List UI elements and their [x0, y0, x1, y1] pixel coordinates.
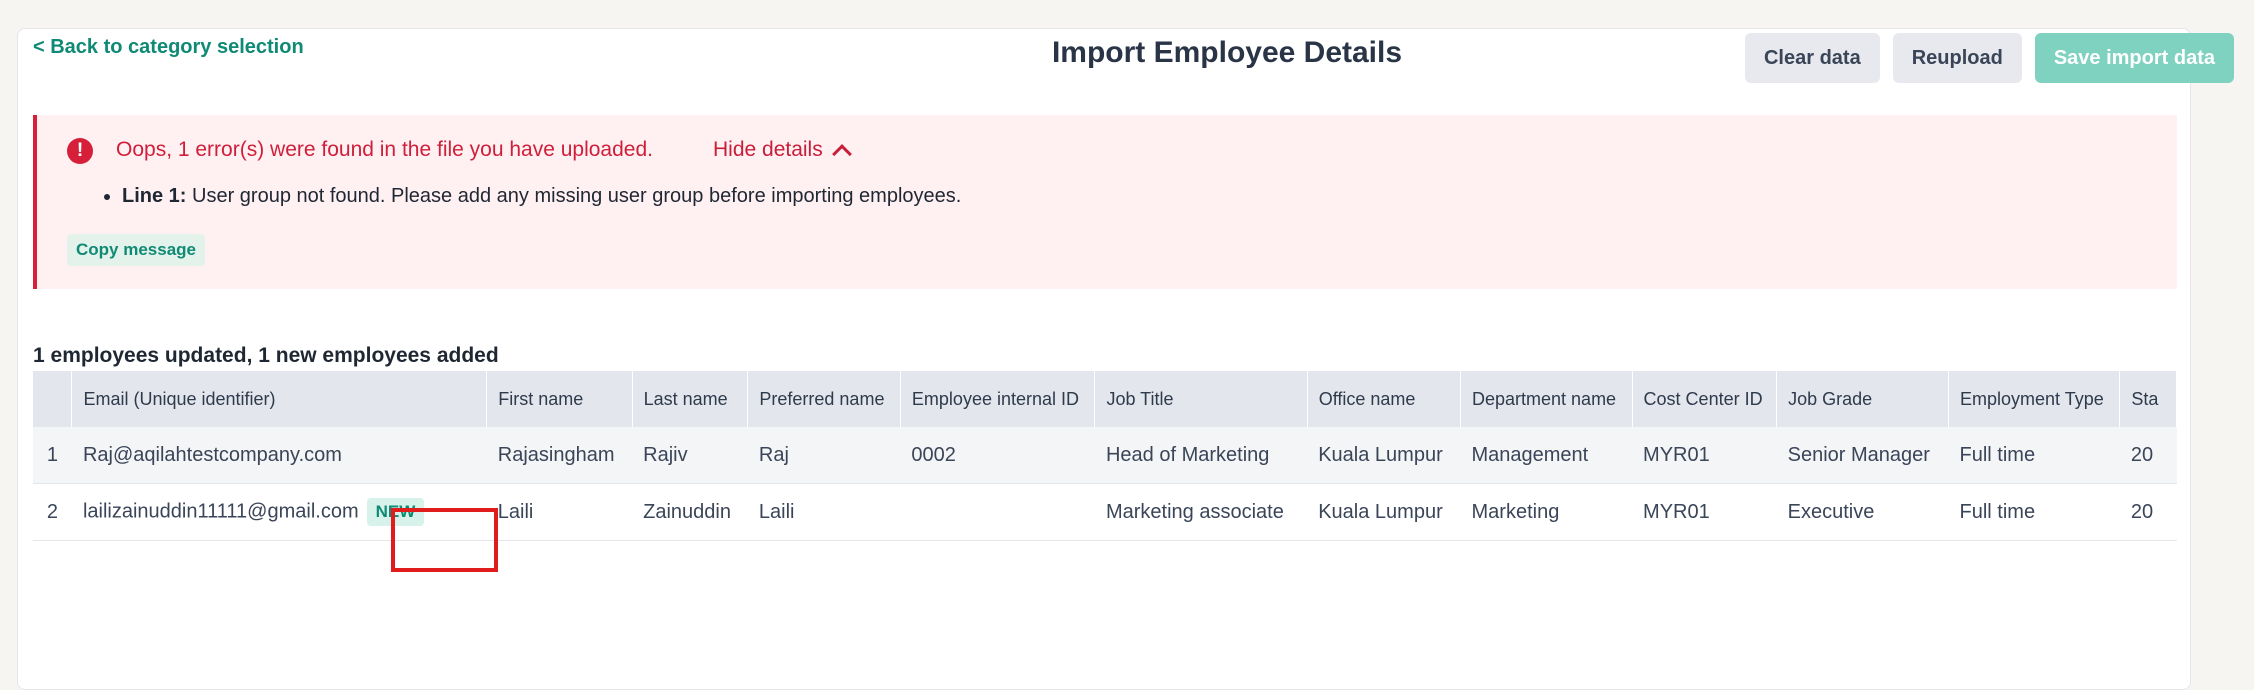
cell-cost-center: MYR01	[1632, 427, 1777, 484]
cell-last-name: Rajiv	[632, 427, 748, 484]
column-header-preferred-name: Preferred name	[747, 371, 901, 427]
error-panel: ! Oops, 1 error(s) were found in the fil…	[33, 115, 2177, 289]
copy-message-button[interactable]: Copy message	[67, 234, 205, 266]
cell-job-title: Head of Marketing	[1094, 427, 1308, 484]
column-header-last-name: Last name	[632, 371, 749, 427]
column-header-job-title: Job Title	[1094, 371, 1308, 427]
cell-department-name: Marketing	[1460, 483, 1633, 541]
cell-internal-id: 0002	[900, 427, 1095, 484]
cell-job-grade: Senior Manager	[1776, 427, 1949, 484]
column-header-start: Sta	[2119, 371, 2177, 427]
cell-last-name: Zainuddin	[632, 483, 748, 541]
column-header-cost-center: Cost Center ID	[1632, 371, 1778, 427]
reupload-button[interactable]: Reupload	[1892, 33, 2022, 83]
error-list: Line 1: User group not found. Please add…	[98, 185, 961, 208]
error-headline: Oops, 1 error(s) were found in the file …	[116, 138, 653, 161]
cell-office-name: Kuala Lumpur	[1307, 483, 1461, 541]
cell-email-text: lailizainuddin11111@gmail.com	[82, 500, 359, 523]
error-item: Line 1: User group not found. Please add…	[122, 185, 961, 208]
cell-employment-type: Full time	[1948, 427, 2120, 484]
employee-table-container[interactable]: Email (Unique identifier) First name Las…	[33, 371, 2177, 586]
cell-preferred-name: Laili	[747, 483, 901, 541]
cell-email: lailizainuddin11111@gmail.com NEW	[71, 483, 487, 541]
column-header-email: Email (Unique identifier)	[71, 371, 488, 427]
hide-details-label: Hide details	[713, 138, 823, 161]
cell-employment-type: Full time	[1948, 483, 2120, 541]
column-header-job-grade: Job Grade	[1776, 371, 1949, 427]
cell-job-title: Marketing associate	[1094, 483, 1308, 541]
cell-first-name: Rajasingham	[486, 427, 633, 484]
save-import-data-button[interactable]: Save import data	[2034, 33, 2234, 83]
table-row: 1 Raj@aqilahtestcompany.com Rajasingham …	[33, 427, 2177, 484]
error-line-label: Line 1:	[122, 185, 187, 207]
table-row: 2 lailizainuddin11111@gmail.com NEW Laili…	[33, 483, 2177, 541]
new-badge: NEW	[366, 498, 425, 526]
employee-table: Email (Unique identifier) First name Las…	[33, 371, 2177, 541]
column-header-first-name: First name	[486, 371, 633, 427]
error-icon: !	[67, 138, 93, 164]
row-index: 1	[33, 427, 72, 484]
cell-cost-center: MYR01	[1632, 483, 1777, 541]
column-header-employment-type: Employment Type	[1948, 371, 2121, 427]
column-header-office-name: Office name	[1307, 371, 1462, 427]
clear-data-button[interactable]: Clear data	[1744, 33, 1880, 83]
error-line-message: User group not found. Please add any mis…	[186, 185, 962, 207]
column-header-internal-id: Employee internal ID	[900, 371, 1096, 427]
cell-first-name: Laili	[486, 483, 633, 541]
cell-start: 20	[2119, 427, 2177, 484]
cell-department-name: Management	[1460, 427, 1633, 484]
column-header-index	[33, 371, 73, 427]
cell-start: 20	[2119, 483, 2177, 541]
table-header-row: Email (Unique identifier) First name Las…	[33, 371, 2177, 427]
cell-internal-id	[900, 483, 1095, 541]
header-actions: Clear data Reupload Save import data	[1744, 33, 2234, 83]
row-index: 2	[33, 483, 72, 541]
cell-email: Raj@aqilahtestcompany.com	[71, 427, 487, 484]
cell-preferred-name: Raj	[747, 427, 901, 484]
cell-job-grade: Executive	[1776, 483, 1949, 541]
chevron-up-icon	[831, 143, 852, 164]
import-summary: 1 employees updated, 1 new employees add…	[33, 344, 499, 367]
cell-office-name: Kuala Lumpur	[1307, 427, 1461, 484]
back-to-category-link[interactable]: < Back to category selection	[33, 36, 304, 59]
hide-details-toggle[interactable]: Hide details	[713, 138, 852, 164]
column-header-department-name: Department name	[1460, 371, 1633, 427]
